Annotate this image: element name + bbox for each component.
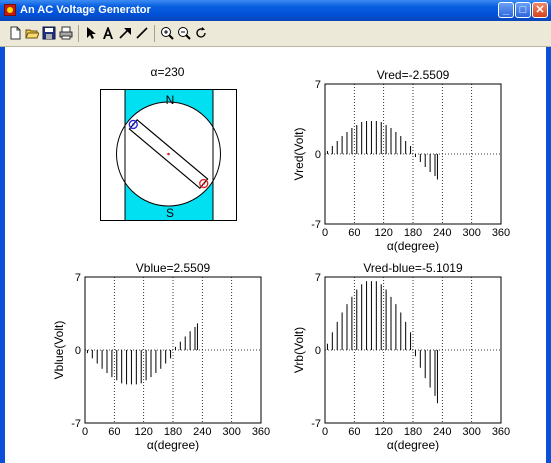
vrb-plot: Vred-blue=-5.10190 60 120 180 240 300 36070-7α…: [292, 261, 510, 452]
pole-north-label: N: [166, 93, 175, 107]
close-button[interactable]: ✕: [532, 2, 548, 18]
x-axis-label: α(degree): [147, 438, 199, 452]
y-tick-label: 7: [315, 272, 321, 284]
y-tick-label: 0: [315, 149, 321, 161]
x-tick-label: 180: [404, 227, 422, 239]
figure-toolbar: [0, 21, 551, 47]
x-tick-label: 60: [348, 426, 360, 438]
x-tick-label: 300: [462, 426, 480, 438]
vred-plot: Vred=-2.55090 60 120 180 240 300 36070-7α(degr…: [292, 68, 510, 253]
x-tick-label: 120: [134, 426, 152, 438]
y-tick-label: 7: [315, 79, 321, 91]
window-title: An AC Voltage Generator: [20, 4, 151, 16]
x-tick-label: 120: [374, 227, 392, 239]
y-axis-label: Vblue(Volt): [52, 321, 66, 380]
x-tick-label: 60: [108, 426, 120, 438]
x-tick-label: 0: [322, 227, 328, 239]
rotor-axis: [167, 152, 170, 156]
generator-title: α=230: [150, 65, 185, 79]
y-tick-label: 0: [75, 345, 81, 357]
y-tick-label: -7: [311, 219, 321, 231]
y-tick-label: 0: [315, 345, 321, 357]
y-tick-label: -7: [71, 418, 81, 430]
y-tick-label: -7: [311, 418, 321, 430]
plot-title: Vred=-2.5509: [377, 68, 450, 82]
blue-terminal-dot: [132, 123, 135, 126]
window-left-border: [0, 47, 5, 463]
x-tick-label: 360: [492, 227, 510, 239]
app-window: An AC Voltage Generator _ □ ✕ α=230 N S …: [0, 0, 551, 463]
text-icon[interactable]: [101, 26, 115, 40]
x-tick-label: 240: [433, 227, 451, 239]
x-tick-label: 180: [164, 426, 182, 438]
x-tick-label: 240: [433, 426, 451, 438]
toolbar-separator: [154, 25, 155, 42]
line-icon[interactable]: [135, 26, 149, 40]
app-icon[interactable]: [4, 4, 16, 16]
title-bar[interactable]: An AC Voltage Generator _ □ ✕: [0, 0, 551, 21]
x-tick-label: 300: [222, 426, 240, 438]
x-tick-label: 0: [82, 426, 88, 438]
x-tick-label: 360: [492, 426, 510, 438]
toolbar-separator: [78, 25, 79, 42]
y-axis-label: Vred(Volt): [292, 128, 306, 181]
minimize-button[interactable]: _: [498, 2, 514, 18]
x-tick-label: 360: [252, 426, 270, 438]
maximize-button[interactable]: □: [515, 2, 531, 18]
y-axis-label: Vrb(Volt): [292, 327, 306, 373]
x-tick-label: 120: [374, 426, 392, 438]
x-axis-label: α(degree): [387, 239, 439, 253]
zoom-out-icon[interactable]: [177, 26, 191, 40]
x-tick-label: 60: [348, 227, 360, 239]
x-tick-label: 240: [193, 426, 211, 438]
x-tick-label: 180: [404, 426, 422, 438]
rotate-icon[interactable]: [194, 26, 208, 40]
x-tick-label: 0: [322, 426, 328, 438]
plot-title: Vblue=2.5509: [136, 261, 211, 275]
plot-title: Vred-blue=-5.1019: [363, 261, 463, 275]
arrow-icon[interactable]: [118, 26, 132, 40]
pole-south-label: S: [166, 206, 174, 220]
red-terminal-dot: [202, 182, 205, 185]
window-right-border: [546, 47, 551, 463]
select-arrow-icon[interactable]: [84, 26, 98, 40]
open-folder-icon[interactable]: [25, 26, 39, 40]
print-icon[interactable]: [59, 26, 73, 40]
save-icon[interactable]: [42, 26, 56, 40]
generator-diagram: N S: [100, 89, 237, 221]
x-axis-label: α(degree): [387, 438, 439, 452]
new-file-icon[interactable]: [8, 26, 22, 40]
vblue-plot: Vblue=2.55090 60 120 180 240 300 36070-7α(degr…: [52, 261, 270, 452]
x-tick-label: 300: [462, 227, 480, 239]
y-tick-label: 7: [75, 272, 81, 284]
zoom-in-icon[interactable]: [160, 26, 174, 40]
